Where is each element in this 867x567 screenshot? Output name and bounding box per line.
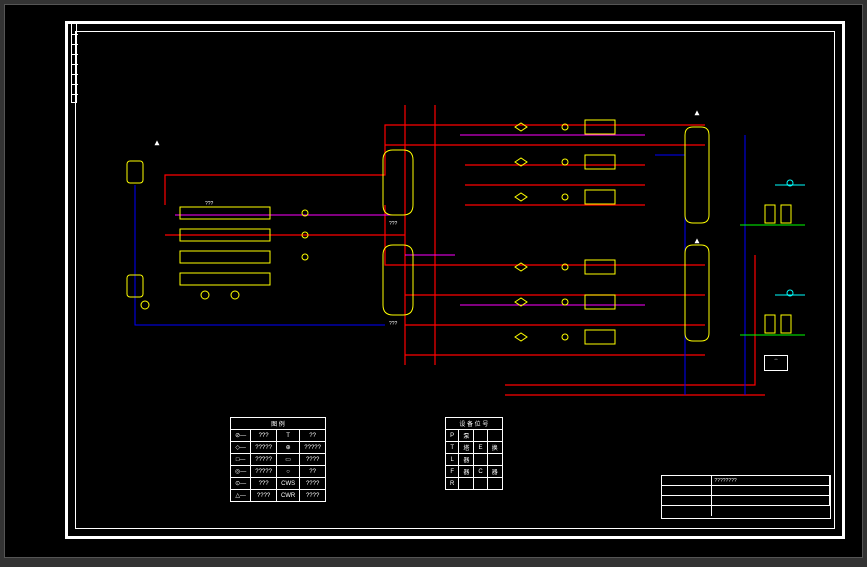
vessel-lower-label: ??? [389, 321, 397, 327]
equipment-id-legend: 设 备 位 号 P泵 T塔E换 L器 F器C器 R [445, 417, 503, 490]
left-ruler [71, 23, 77, 103]
corner-tag: ↔ [764, 355, 788, 371]
legend-row: R [446, 478, 503, 490]
legend-row: □—?????▭???? [231, 454, 326, 466]
legend-row: F器C器 [446, 466, 503, 478]
legend-row: ⊘—???T?? [231, 430, 326, 442]
legend-row: P泵 [446, 430, 503, 442]
titleblock-dwg [712, 506, 830, 516]
legend-row: ◇—?????⊕????? [231, 442, 326, 454]
vessel-upper-label: ??? [389, 221, 397, 227]
titleblock-scale [712, 496, 830, 505]
legend-row: ⊙—???CWS???? [231, 478, 326, 490]
cad-canvas: ??? ??? ??? 图 例 ⊘—???T?? ◇—?????⊕????? □… [4, 4, 863, 558]
titleblock-title [712, 486, 830, 495]
legend-row: △—????CWR???? [231, 490, 326, 502]
equipment-id-legend-title: 设 备 位 号 [446, 418, 503, 430]
symbol-legend-title: 图 例 [231, 418, 326, 430]
titleblock-project: ???????? [712, 476, 830, 485]
legend-row: L器 [446, 454, 503, 466]
legend-row: T塔E换 [446, 442, 503, 454]
title-block: ???????? [661, 475, 831, 519]
legend-row: ◎—?????○?? [231, 466, 326, 478]
symbol-legend: 图 例 ⊘—???T?? ◇—?????⊕????? □—?????▭???? … [230, 417, 326, 502]
heater-bank-label: ??? [205, 201, 213, 207]
